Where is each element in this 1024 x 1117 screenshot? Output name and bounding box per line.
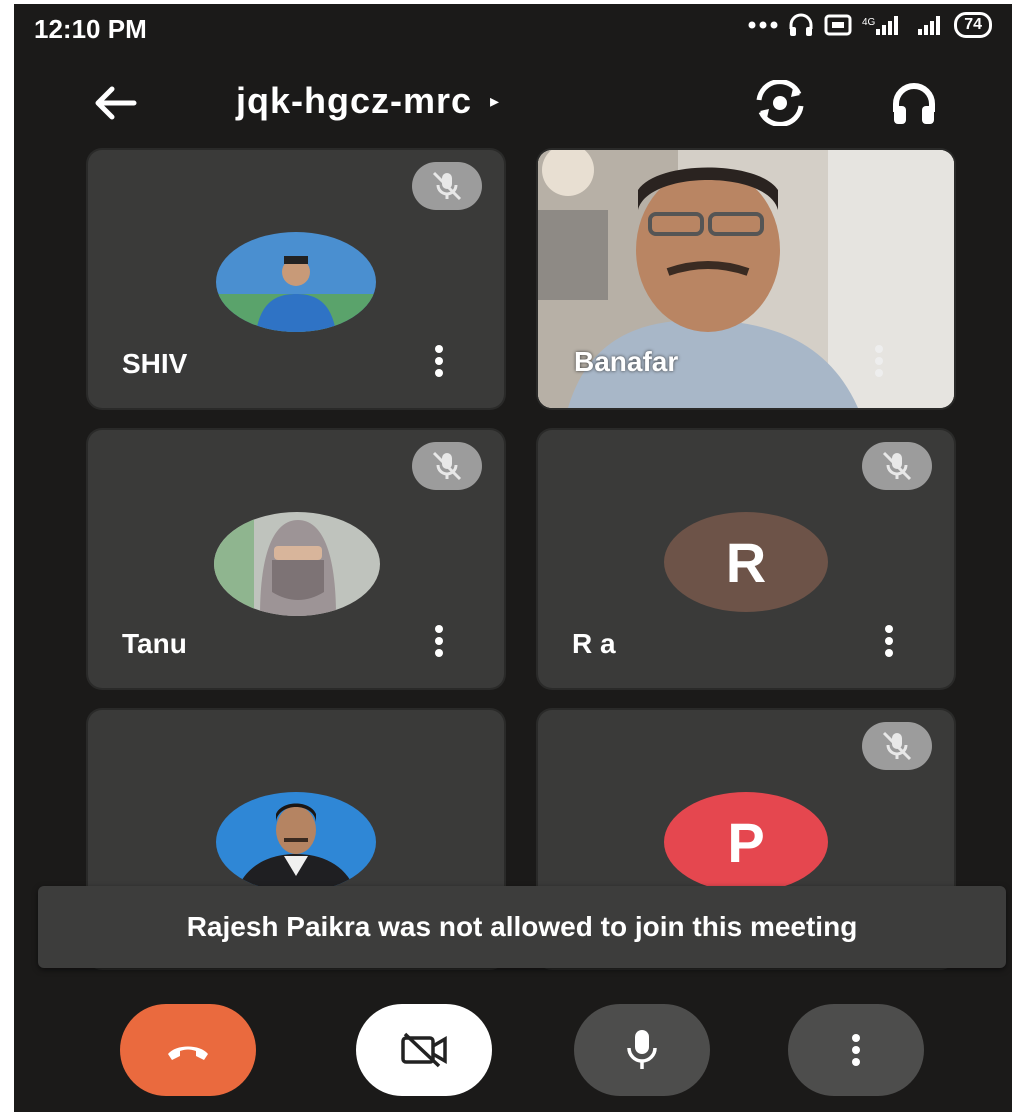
svg-text:4G: 4G	[862, 17, 876, 28]
status-bar: 12:10 PM 4G 74	[14, 4, 1012, 52]
microphone-toggle-button[interactable]	[574, 1004, 710, 1096]
avatar-photo	[214, 512, 380, 616]
switch-camera-icon	[756, 80, 804, 126]
avatar-photo	[216, 232, 376, 332]
mic-off-icon	[862, 442, 932, 490]
battery-icon: 74	[954, 12, 992, 38]
participant-tile-shiv[interactable]: SHIV	[88, 150, 504, 408]
signal-icon-2	[912, 13, 944, 37]
headphones-icon	[893, 83, 935, 124]
audio-output-button[interactable]	[884, 78, 944, 128]
participant-more-button[interactable]	[424, 618, 454, 664]
participant-tile-banafar[interactable]: Banafar	[538, 150, 954, 408]
caret-right-icon: ▸	[490, 90, 501, 111]
microphone-icon	[627, 1030, 657, 1069]
mic-off-icon	[862, 722, 932, 770]
participant-tile-tanu[interactable]: Tanu	[88, 430, 504, 688]
back-button[interactable]	[86, 80, 142, 126]
signal-icon: 4G	[862, 13, 902, 37]
meet-screen: 12:10 PM 4G 74 jqk-hgcz-mrc ▸ SHIV Banaf…	[14, 4, 1012, 1112]
data-saver-icon	[824, 13, 852, 37]
snackbar-notice: Rajesh Paikra was not allowed to join th…	[38, 886, 1006, 968]
mic-off-icon	[412, 162, 482, 210]
participant-tile-ra[interactable]: R R a	[538, 430, 954, 688]
status-time: 12:10 PM	[34, 14, 147, 44]
call-controls	[14, 994, 1012, 1112]
participant-name: Banafar	[574, 346, 679, 377]
participant-name: SHIV	[122, 348, 188, 379]
mic-off-icon	[412, 442, 482, 490]
meeting-code: jqk-hgcz-mrc	[236, 80, 473, 121]
participant-name: R a	[572, 628, 616, 659]
participant-more-button[interactable]	[864, 338, 894, 384]
app-bar: jqk-hgcz-mrc ▸	[14, 68, 1012, 138]
switch-camera-button[interactable]	[750, 78, 810, 128]
more-vert-icon	[852, 1034, 860, 1066]
participant-more-button[interactable]	[424, 338, 454, 384]
end-call-button[interactable]	[120, 1004, 256, 1096]
status-icons: 4G 74	[748, 12, 992, 38]
participant-name: Tanu	[122, 628, 187, 659]
letter-avatar: R	[664, 512, 828, 612]
more-dots-icon	[748, 20, 778, 30]
camera-toggle-button[interactable]	[356, 1004, 492, 1096]
letter-avatar: P	[664, 792, 828, 892]
headphones-status-icon	[788, 12, 814, 38]
camera-off-icon	[401, 1032, 447, 1068]
avatar-photo	[216, 792, 376, 892]
meeting-code-button[interactable]: jqk-hgcz-mrc ▸	[236, 80, 500, 122]
participant-more-button[interactable]	[874, 618, 904, 664]
end-call-icon	[168, 1046, 208, 1060]
more-options-button[interactable]	[788, 1004, 924, 1096]
back-arrow-icon	[95, 86, 137, 120]
